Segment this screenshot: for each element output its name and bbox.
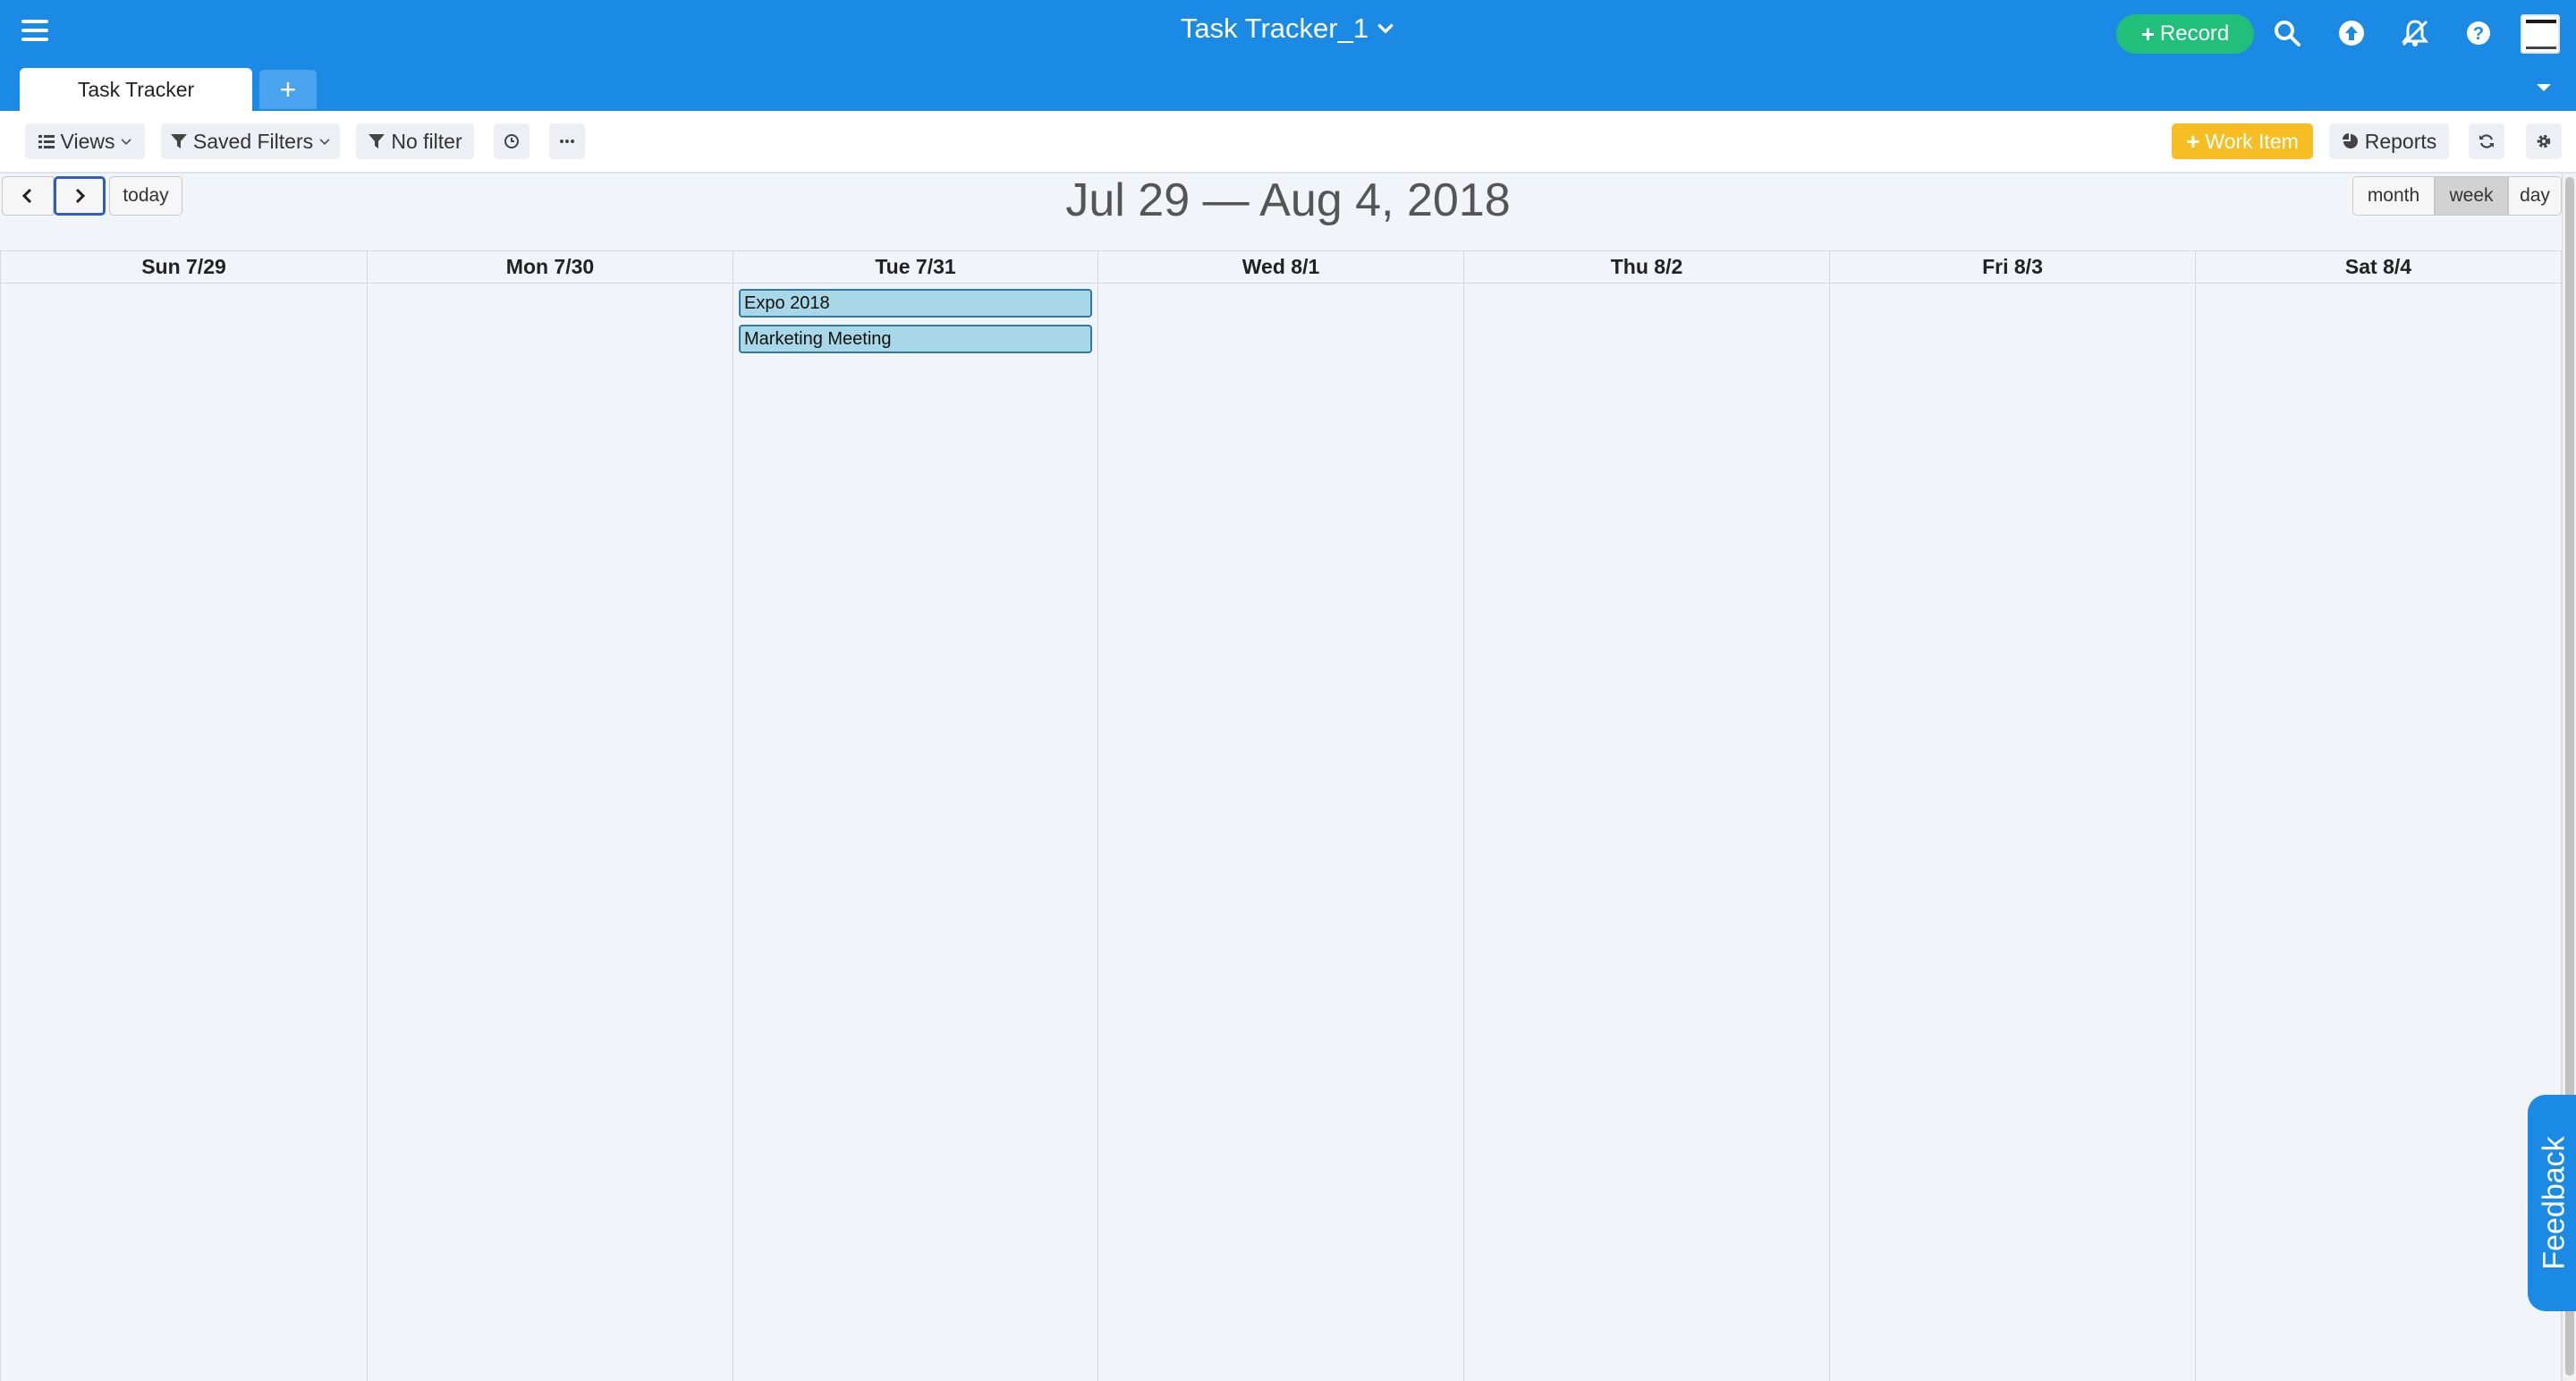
chevron-left-icon bbox=[21, 188, 32, 204]
plus-icon: + bbox=[2186, 127, 2200, 155]
record-button-label: Record bbox=[2159, 21, 2230, 46]
chevron-down-icon bbox=[1377, 23, 1394, 34]
tab-task-tracker[interactable]: Task Tracker bbox=[20, 68, 252, 111]
add-work-item-button[interactable]: + Work Item bbox=[2172, 123, 2313, 159]
prev-week-button[interactable] bbox=[2, 176, 54, 216]
chevron-down-icon bbox=[121, 139, 131, 146]
filter-icon bbox=[170, 134, 187, 148]
clock-icon bbox=[504, 134, 519, 148]
add-record-button[interactable]: + Record bbox=[2116, 14, 2254, 54]
no-filter-button[interactable]: No filter bbox=[356, 123, 474, 159]
day-header: Sat 8/4 bbox=[2196, 251, 2561, 284]
avatar[interactable] bbox=[2521, 14, 2560, 54]
upload-icon[interactable] bbox=[2336, 18, 2367, 48]
toolbar: Views Saved Filters No filter + Work Ite… bbox=[0, 111, 2576, 174]
pie-chart-icon bbox=[2342, 133, 2358, 148]
menu-icon[interactable] bbox=[21, 20, 48, 41]
feedback-label: Feedback bbox=[2537, 1136, 2572, 1270]
day-view-button[interactable]: day bbox=[2508, 176, 2562, 216]
date-range-title: Jul 29 — Aug 4, 2018 bbox=[1065, 174, 1511, 226]
month-view-label: month bbox=[2367, 185, 2420, 206]
views-label: Views bbox=[60, 129, 115, 153]
day-header: Wed 8/1 bbox=[1098, 251, 1463, 284]
search-icon[interactable] bbox=[2272, 18, 2302, 48]
tab-label: Task Tracker bbox=[77, 77, 195, 101]
chevron-down-icon bbox=[319, 139, 330, 146]
day-column-sun[interactable]: Sun 7/29 bbox=[0, 251, 367, 1381]
day-column-sat[interactable]: Sat 8/4 bbox=[2195, 251, 2562, 1381]
work-item-label: Work Item bbox=[2205, 129, 2299, 153]
day-header: Mon 7/30 bbox=[368, 251, 733, 284]
day-header: Tue 7/31 bbox=[733, 251, 1097, 284]
today-label: today bbox=[123, 185, 169, 206]
week-calendar-grid: Sun 7/29 Mon 7/30 Tue 7/31 Expo 2018 Mar… bbox=[0, 250, 2562, 1381]
day-header: Sun 7/29 bbox=[1, 251, 367, 284]
list-icon bbox=[38, 135, 55, 148]
saved-filters-label: Saved Filters bbox=[192, 129, 314, 153]
help-icon[interactable]: ? bbox=[2463, 18, 2494, 48]
chevron-right-icon bbox=[75, 188, 86, 204]
day-view-label: day bbox=[2520, 185, 2550, 206]
event-marketing-meeting[interactable]: Marketing Meeting bbox=[739, 325, 1092, 353]
day-column-mon[interactable]: Mon 7/30 bbox=[367, 251, 733, 1381]
more-options-button[interactable] bbox=[549, 123, 585, 159]
gear-icon bbox=[2537, 134, 2551, 148]
plus-icon: + bbox=[279, 72, 297, 106]
saved-filters-button[interactable]: Saved Filters bbox=[161, 123, 340, 159]
refresh-icon bbox=[2479, 134, 2494, 148]
reports-label: Reports bbox=[2364, 129, 2437, 153]
feedback-tab[interactable]: Feedback bbox=[2528, 1095, 2576, 1311]
settings-button[interactable] bbox=[2526, 123, 2562, 159]
views-button[interactable]: Views bbox=[25, 123, 145, 159]
add-tab-button[interactable]: + bbox=[259, 70, 317, 109]
day-column-thu[interactable]: Thu 8/2 bbox=[1463, 251, 1829, 1381]
refresh-button[interactable] bbox=[2469, 123, 2504, 159]
notifications-off-icon[interactable] bbox=[2400, 18, 2430, 48]
top-bar: Task Tracker_1 + Record ? Task Tracker + bbox=[0, 0, 2576, 111]
reports-button[interactable]: Reports bbox=[2329, 123, 2449, 159]
day-header: Thu 8/2 bbox=[1464, 251, 1829, 284]
tabs-menu-caret-icon[interactable] bbox=[2533, 79, 2555, 97]
no-filter-label: No filter bbox=[391, 129, 462, 153]
event-expo-2018[interactable]: Expo 2018 bbox=[739, 289, 1092, 318]
history-button[interactable] bbox=[494, 123, 530, 159]
month-view-button[interactable]: month bbox=[2352, 176, 2435, 216]
week-view-button[interactable]: week bbox=[2435, 176, 2508, 216]
day-column-fri[interactable]: Fri 8/3 bbox=[1829, 251, 2195, 1381]
week-view-label: week bbox=[2449, 185, 2494, 206]
next-week-button[interactable] bbox=[54, 176, 106, 216]
svg-text:?: ? bbox=[2473, 24, 2484, 44]
today-button[interactable]: today bbox=[109, 176, 182, 216]
app-title: Task Tracker_1 bbox=[1180, 13, 1369, 44]
plus-icon: + bbox=[2140, 20, 2155, 47]
ellipsis-icon bbox=[560, 140, 574, 143]
day-column-tue[interactable]: Tue 7/31 Expo 2018 Marketing Meeting bbox=[733, 251, 1097, 1381]
filter-icon bbox=[369, 134, 386, 148]
app-title-dropdown[interactable]: Task Tracker_1 bbox=[1181, 13, 1395, 45]
day-column-wed[interactable]: Wed 8/1 bbox=[1097, 251, 1463, 1381]
day-header: Fri 8/3 bbox=[1830, 251, 2195, 284]
